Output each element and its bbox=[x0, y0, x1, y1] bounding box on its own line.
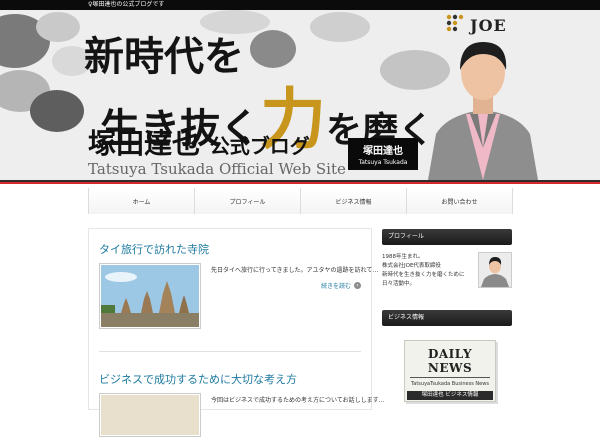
decorative-pebble bbox=[30, 90, 84, 132]
site-name-jp: 塚田達也 公式ブログ bbox=[88, 127, 310, 160]
top-bar-text: ♀塚田達也の公式ブログです bbox=[88, 1, 165, 8]
global-nav: ホーム プロフィール ビジネス情報 お問い合わせ bbox=[88, 188, 513, 214]
name-card: 塚田達也 Tatsuya Tsukada bbox=[348, 138, 418, 170]
sidebar-heading-profile: プロフィール bbox=[382, 229, 512, 245]
nav-item-profile[interactable]: プロフィール bbox=[195, 188, 301, 214]
news-rule bbox=[410, 377, 490, 378]
name-card-en: Tatsuya Tsukada bbox=[358, 159, 408, 166]
news-title: DAILY NEWS bbox=[427, 347, 473, 375]
nav-item-contact[interactable]: お問い合わせ bbox=[407, 188, 513, 214]
profile-text-line: 新時代を生き抜く力を磨くために bbox=[382, 272, 465, 278]
header-banner[interactable]: JOE 新時代を 生き抜く力を磨く 塚田達也 公式ブログ Tatsuya Tsu… bbox=[0, 10, 600, 180]
profile-text-line: 日々活動中。 bbox=[382, 281, 416, 287]
daily-news-banner[interactable]: DAILY NEWS TatsuyaTsukada Business News … bbox=[404, 340, 496, 402]
news-subtitle: TatsuyaTsukada Business News bbox=[411, 381, 489, 387]
post-title[interactable]: ビジネスで成功するために大切な考え方 bbox=[99, 371, 297, 387]
post-thumbnail[interactable] bbox=[99, 263, 201, 329]
profile-portrait bbox=[418, 30, 548, 180]
site-name-en: Tatsuya Tsukada Official Web Site bbox=[88, 160, 346, 178]
post-title[interactable]: タイ旅行で訪れた寺院 bbox=[99, 241, 209, 257]
sidebar-profile-photo bbox=[478, 252, 512, 288]
post-excerpt: 先日タイへ旅行に行ってきました。アユタヤの遺跡を訪れて… bbox=[211, 267, 379, 274]
read-more-label: 続きを読む bbox=[320, 283, 351, 290]
decorative-pebble bbox=[250, 30, 296, 68]
nav-item-home[interactable]: ホーム bbox=[89, 188, 195, 214]
accent-divider bbox=[0, 182, 600, 184]
profile-text-line: 1988年生まれ。 bbox=[382, 254, 424, 260]
read-more-link[interactable]: 続きを読む › bbox=[321, 281, 361, 290]
arrow-right-icon: › bbox=[354, 282, 361, 289]
sidebar-heading-business: ビジネス情報 bbox=[382, 310, 512, 326]
news-band: 塚田達也 ビジネス情報 bbox=[407, 391, 493, 400]
post-divider bbox=[99, 351, 361, 352]
profile-text-line: 株式会社JOE代表取締役 bbox=[382, 263, 441, 269]
top-bar: ♀塚田達也の公式ブログです bbox=[0, 0, 600, 10]
decorative-pebble bbox=[36, 12, 80, 42]
name-card-jp: 塚田達也 bbox=[363, 146, 403, 157]
decorative-pebble bbox=[310, 12, 370, 42]
main-content: タイ旅行で訪れた寺院 先日タイへ旅行に行ってきました。アユタヤの遺跡を訪れて… … bbox=[88, 228, 385, 437]
nav-item-business[interactable]: ビジネス情報 bbox=[301, 188, 407, 214]
